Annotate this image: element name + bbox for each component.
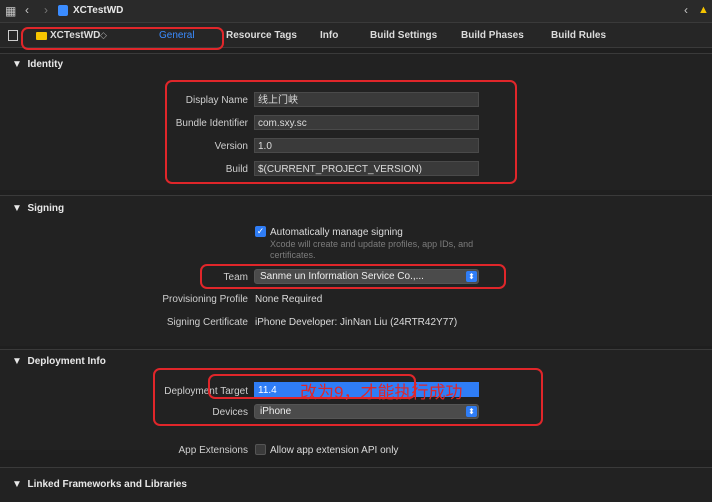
annotation-text: 改为9，才能执行成功 [300, 383, 463, 402]
annotation-box-identity [165, 80, 517, 184]
identity-header[interactable]: ▼ Identity [12, 59, 63, 70]
warning-icon[interactable]: ▲ [698, 4, 709, 16]
project-title[interactable]: XCTestWD [73, 5, 123, 16]
auto-signing-checkbox[interactable]: ✓ [255, 226, 266, 237]
signing-header[interactable]: ▼ Signing [12, 203, 64, 214]
back-arrow-icon[interactable]: ‹ [684, 4, 688, 16]
forward-arrow-icon[interactable]: › [44, 4, 48, 16]
tab-build-settings[interactable]: Build Settings [370, 30, 437, 41]
annotation-box-team [200, 264, 506, 289]
app-ext-checkbox[interactable] [255, 444, 266, 455]
app-extensions-label: App Extensions [178, 445, 249, 456]
tab-resource-tags[interactable]: Resource Tags [226, 30, 297, 41]
tab-info[interactable]: Info [320, 30, 338, 41]
signing-certificate-value: iPhone Developer: JinNan Liu (24RTR42Y77… [255, 317, 458, 328]
grid-icon[interactable]: ▦ [5, 5, 16, 17]
project-file-icon [58, 5, 68, 16]
tab-build-phases[interactable]: Build Phases [461, 30, 524, 41]
back-arrow-icon[interactable]: ‹ [25, 4, 29, 16]
tab-build-rules[interactable]: Build Rules [551, 30, 606, 41]
signing-certificate-label: Signing Certificate [166, 317, 248, 328]
provisioning-profile-label: Provisioning Profile [162, 294, 248, 305]
app-ext-option-label: Allow app extension API only [270, 445, 399, 456]
toolbar: ▦ ‹ › XCTestWD ‹ ▲ [0, 0, 712, 23]
deployment-header[interactable]: ▼ Deployment Info [12, 356, 106, 367]
annotation-box-tab [21, 27, 224, 50]
sidebar-toggle-icon[interactable] [8, 30, 18, 41]
auto-signing-note: Xcode will create and update profiles, a… [270, 239, 474, 260]
provisioning-profile-value: None Required [255, 294, 323, 305]
linked-frameworks-header[interactable]: ▼ Linked Frameworks and Libraries [12, 479, 187, 490]
auto-signing-label: Automatically manage signing [270, 227, 403, 238]
